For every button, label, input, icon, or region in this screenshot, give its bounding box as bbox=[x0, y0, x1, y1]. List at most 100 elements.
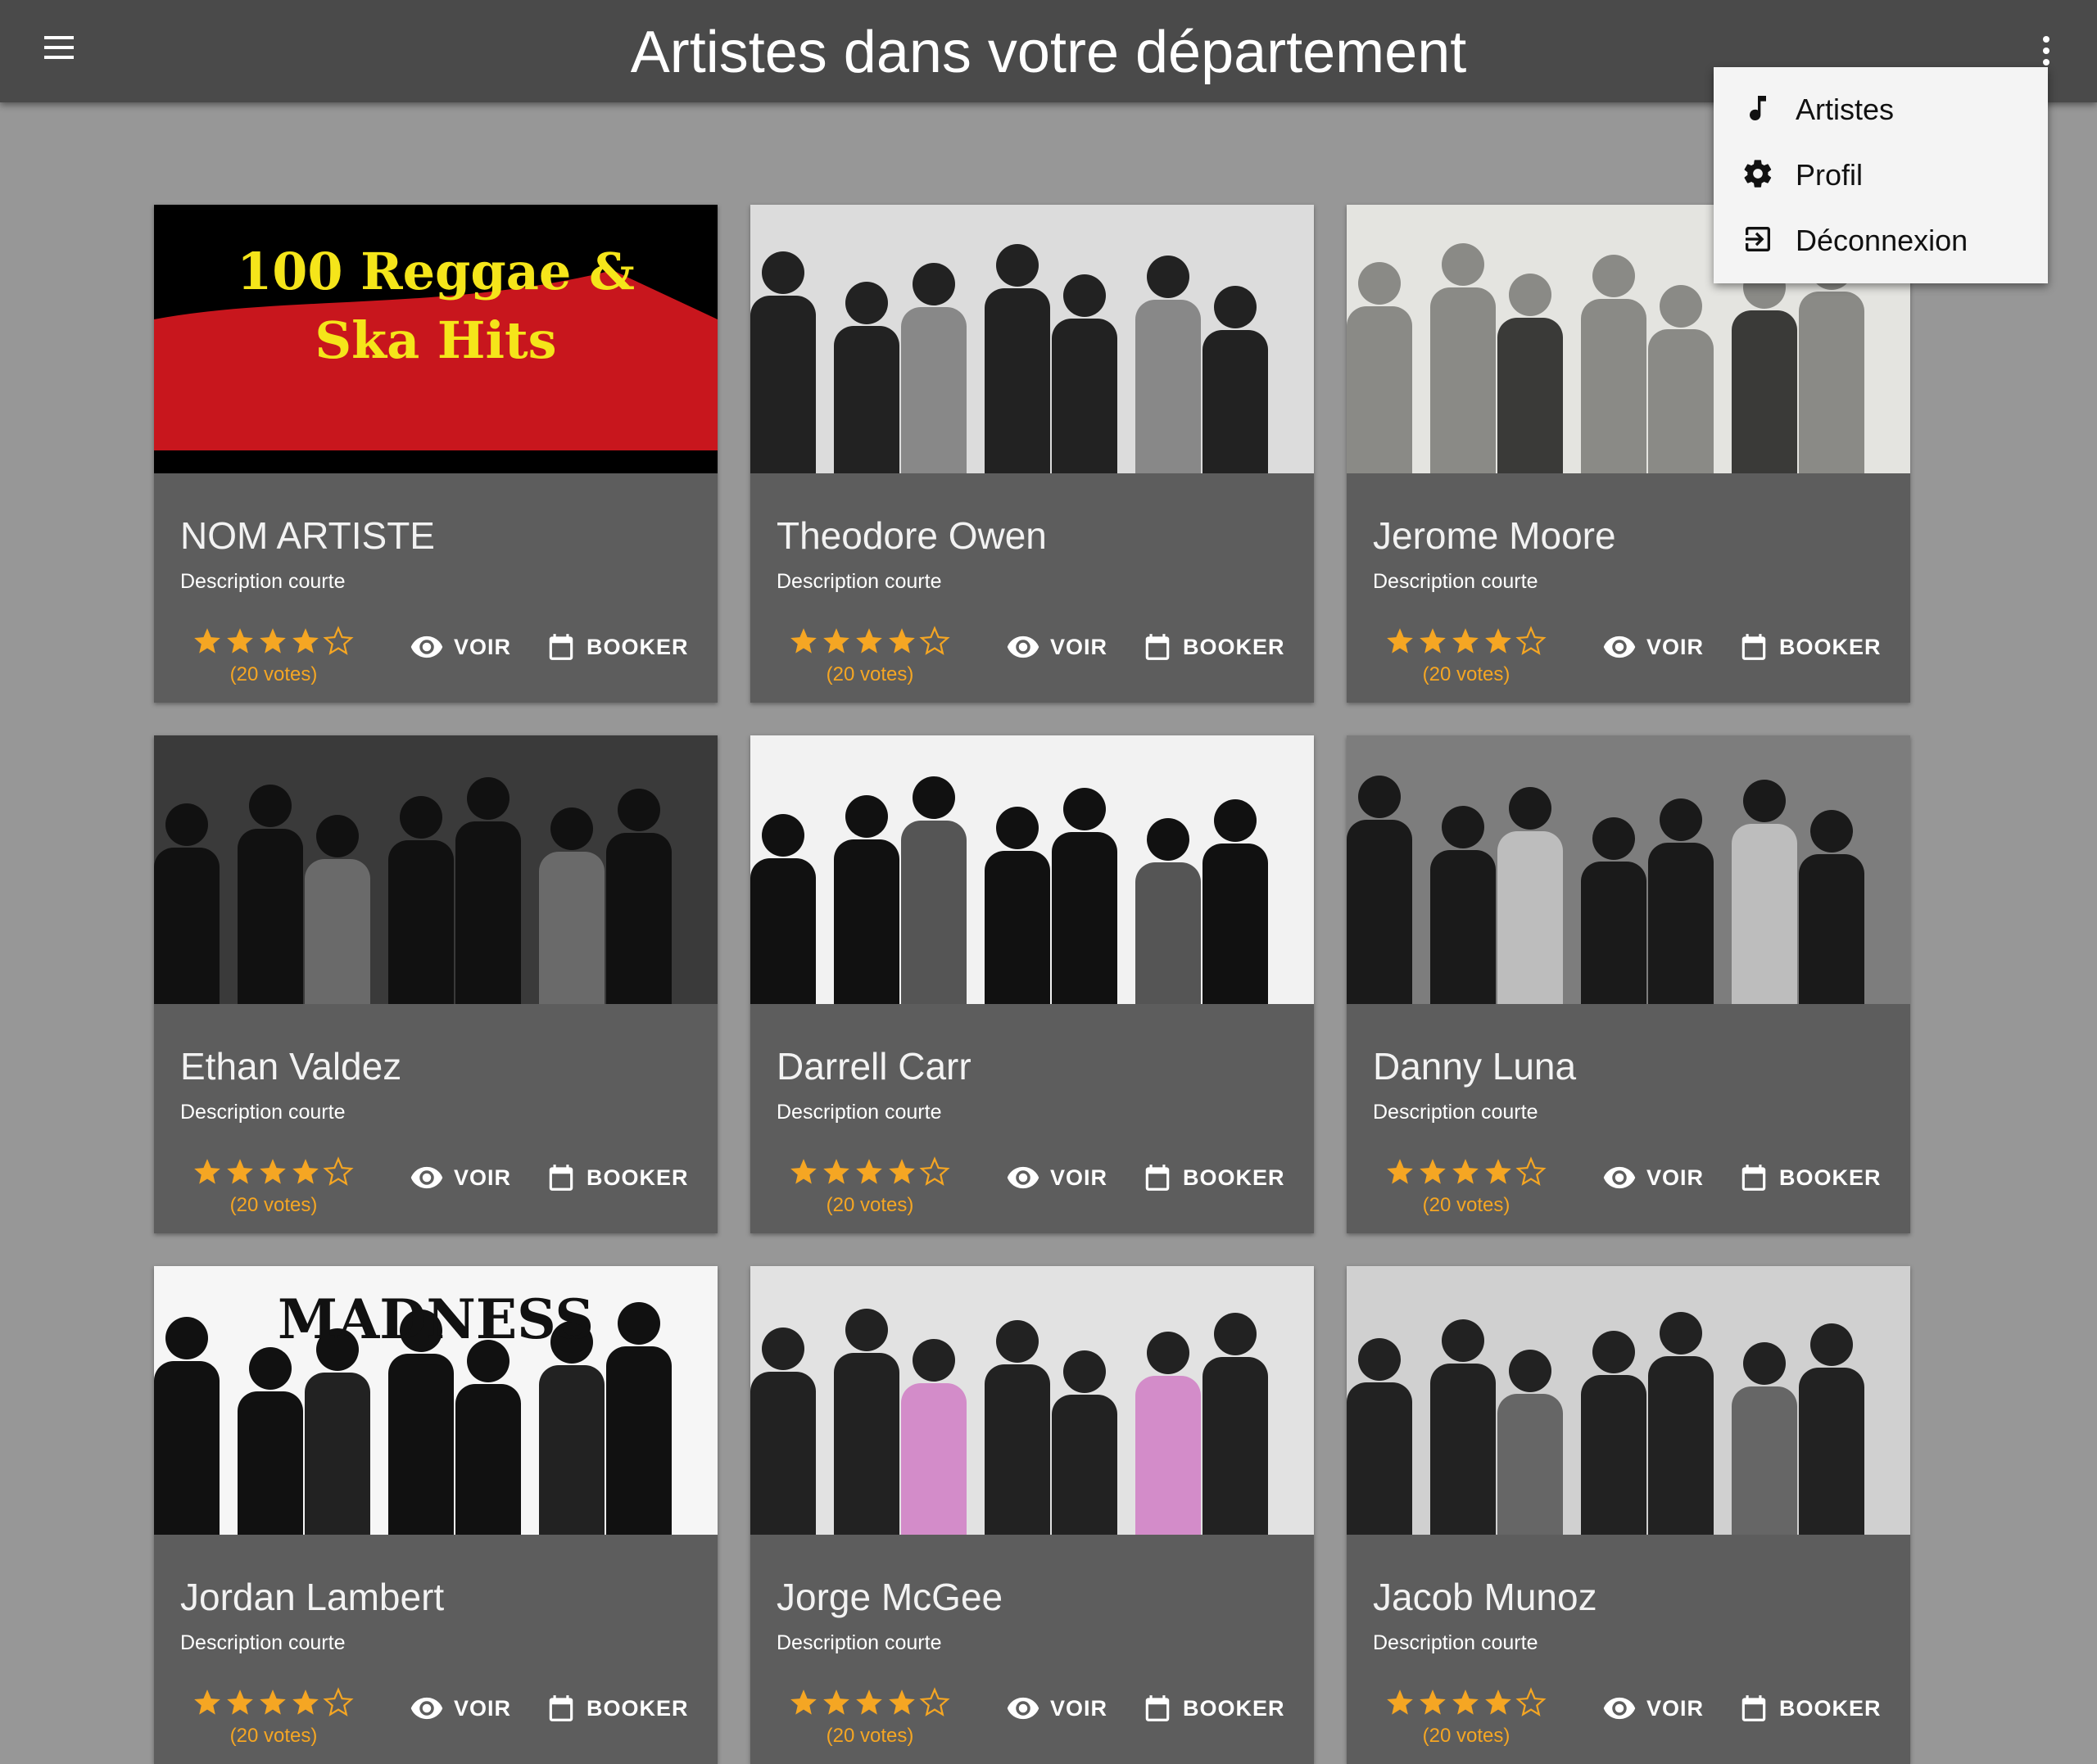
star-outline-icon bbox=[1515, 1156, 1547, 1186]
eye-icon bbox=[410, 1697, 443, 1720]
menu-item-artistes[interactable]: Artistes bbox=[1714, 79, 2048, 138]
vote-count: (20 votes) bbox=[229, 663, 318, 685]
logout-icon bbox=[1746, 227, 1770, 251]
booker-button[interactable]: BOOKER bbox=[1738, 629, 1882, 665]
vote-count: (20 votes) bbox=[229, 1725, 318, 1747]
star-filled-icon bbox=[260, 1159, 286, 1184]
booker-button[interactable]: BOOKER bbox=[1738, 1690, 1882, 1726]
music-note-icon bbox=[1750, 96, 1766, 121]
star-filled-icon bbox=[889, 1689, 915, 1715]
star-outline-icon bbox=[919, 626, 950, 655]
star-filled-icon bbox=[856, 1689, 882, 1715]
voir-label: VOIR bbox=[1050, 1695, 1108, 1721]
artist-description: Description courte bbox=[180, 1631, 346, 1654]
star-filled-icon bbox=[194, 1159, 220, 1184]
voir-button[interactable]: VOIR bbox=[1602, 1160, 1704, 1196]
calendar-icon bbox=[549, 634, 573, 660]
voir-button[interactable]: VOIR bbox=[410, 629, 511, 665]
booker-label: BOOKER bbox=[587, 1165, 689, 1190]
star-outline-icon bbox=[919, 1156, 950, 1186]
artist-name: Jacob Munoz bbox=[1373, 1576, 1597, 1618]
artist-photo bbox=[750, 1266, 1314, 1535]
booker-label: BOOKER bbox=[587, 1695, 689, 1721]
eye-icon bbox=[410, 635, 443, 658]
star-rating[interactable] bbox=[788, 1156, 950, 1192]
menu-item-profil[interactable]: Profil bbox=[1714, 144, 2048, 203]
eye-icon bbox=[1603, 635, 1636, 658]
voir-label: VOIR bbox=[1646, 1165, 1705, 1190]
voir-button[interactable]: VOIR bbox=[1006, 629, 1107, 665]
star-filled-icon bbox=[1420, 1689, 1446, 1715]
calendar-icon bbox=[1145, 1695, 1170, 1721]
booker-button[interactable]: BOOKER bbox=[1142, 629, 1285, 665]
artist-card: Ethan Valdez Description courte (20 votes)… bbox=[154, 735, 718, 1233]
star-rating[interactable] bbox=[192, 1687, 354, 1723]
star-filled-icon bbox=[1485, 1689, 1511, 1715]
star-filled-icon bbox=[292, 1159, 319, 1184]
star-filled-icon bbox=[823, 628, 849, 654]
star-filled-icon bbox=[194, 628, 220, 654]
artist-photo: MADNESS bbox=[154, 1266, 718, 1535]
booker-button[interactable]: BOOKER bbox=[546, 1160, 689, 1196]
star-rating[interactable] bbox=[1384, 1687, 1547, 1723]
star-filled-icon bbox=[1485, 628, 1511, 654]
artist-card: Jorge McGee Description courte (20 votes) V… bbox=[750, 1266, 1314, 1764]
star-filled-icon bbox=[790, 1689, 817, 1715]
card-content: Ethan Valdez Description courte (20 votes)… bbox=[154, 1004, 718, 1233]
booker-button[interactable]: BOOKER bbox=[1142, 1160, 1285, 1196]
voir-button[interactable]: VOIR bbox=[410, 1160, 511, 1196]
calendar-icon bbox=[1741, 1695, 1766, 1721]
star-rating[interactable] bbox=[192, 1156, 354, 1192]
eye-icon bbox=[1603, 1166, 1636, 1189]
star-filled-icon bbox=[790, 1159, 817, 1184]
vote-count: (20 votes) bbox=[826, 1194, 914, 1216]
star-rating[interactable] bbox=[1384, 626, 1547, 662]
star-filled-icon bbox=[1485, 1159, 1511, 1184]
star-filled-icon bbox=[227, 1159, 253, 1184]
booker-button[interactable]: BOOKER bbox=[1142, 1690, 1285, 1726]
star-rating[interactable] bbox=[192, 626, 354, 662]
star-filled-icon bbox=[194, 1689, 220, 1715]
star-rating[interactable] bbox=[1384, 1156, 1547, 1192]
star-filled-icon bbox=[1452, 628, 1479, 654]
voir-button[interactable]: VOIR bbox=[1602, 1690, 1704, 1726]
eye-icon bbox=[1007, 1697, 1039, 1720]
artist-photo bbox=[1347, 735, 1910, 1004]
menu-item-deconnexion[interactable]: Déconnexion bbox=[1714, 210, 2048, 269]
artist-photo bbox=[1347, 1266, 1910, 1535]
calendar-icon bbox=[549, 1695, 573, 1721]
booker-label: BOOKER bbox=[1779, 1695, 1882, 1721]
artist-card: Darrell Carr Description courte (20 votes)… bbox=[750, 735, 1314, 1233]
artist-photo bbox=[750, 735, 1314, 1004]
star-filled-icon bbox=[1420, 628, 1446, 654]
voir-label: VOIR bbox=[454, 1695, 512, 1721]
voir-button[interactable]: VOIR bbox=[1006, 1160, 1107, 1196]
artist-card: Jacob Munoz Description courte (20 votes) V… bbox=[1347, 1266, 1910, 1764]
vote-count: (20 votes) bbox=[826, 1725, 914, 1747]
star-outline-icon bbox=[919, 1687, 950, 1717]
booker-button[interactable]: BOOKER bbox=[546, 1690, 689, 1726]
voir-button[interactable]: VOIR bbox=[1602, 629, 1704, 665]
star-rating[interactable] bbox=[788, 1687, 950, 1723]
star-rating[interactable] bbox=[788, 626, 950, 662]
vote-count: (20 votes) bbox=[1422, 663, 1510, 685]
card-content: Jerome Moore Description courte (20 votes)… bbox=[1347, 473, 1910, 703]
star-filled-icon bbox=[1452, 1159, 1479, 1184]
artist-card: Theodore Owen Description courte (20 votes… bbox=[750, 205, 1314, 703]
card-content: Darrell Carr Description courte (20 votes)… bbox=[750, 1004, 1314, 1233]
booker-label: BOOKER bbox=[1779, 1165, 1882, 1190]
artist-name: NOM ARTISTE bbox=[180, 514, 435, 557]
voir-label: VOIR bbox=[1050, 1165, 1108, 1190]
booker-label: BOOKER bbox=[1779, 634, 1882, 659]
card-content: Jorge McGee Description courte (20 votes) V… bbox=[750, 1535, 1314, 1764]
booker-button[interactable]: BOOKER bbox=[1738, 1160, 1882, 1196]
artist-name: Theodore Owen bbox=[777, 514, 1047, 557]
booker-button[interactable]: BOOKER bbox=[546, 629, 689, 665]
star-outline-icon bbox=[1515, 626, 1547, 655]
artist-description: Description courte bbox=[777, 1631, 942, 1654]
voir-button[interactable]: VOIR bbox=[1006, 1690, 1107, 1726]
star-outline-icon bbox=[323, 626, 354, 655]
calendar-icon bbox=[1145, 634, 1170, 660]
card-content: Theodore Owen Description courte (20 votes… bbox=[750, 473, 1314, 703]
voir-button[interactable]: VOIR bbox=[410, 1690, 511, 1726]
